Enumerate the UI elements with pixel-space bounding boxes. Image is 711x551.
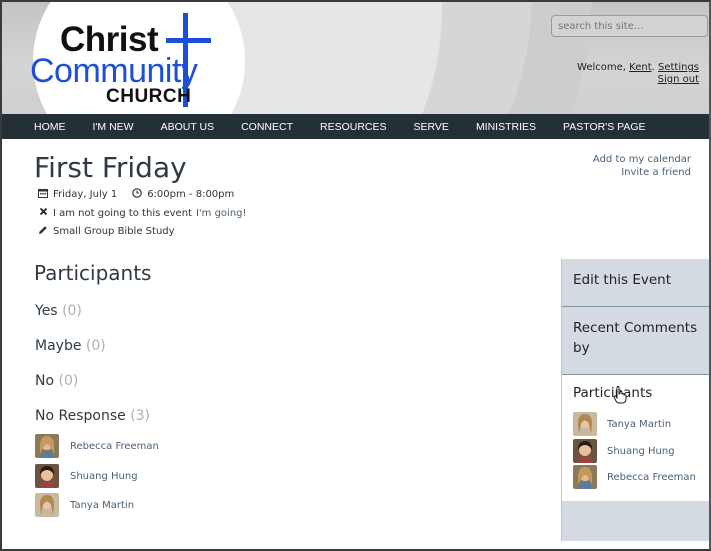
event-time: 6:00pm - 8:00pm [147, 189, 235, 200]
list-item[interactable]: Rebecca Freeman [35, 434, 159, 458]
invite-friend-link[interactable]: Invite a friend [593, 166, 691, 179]
list-item[interactable]: Rebecca Freeman [573, 465, 696, 489]
person-name-link[interactable]: Shuang Hung [607, 446, 675, 457]
participant-group-no-response[interactable]: No Response (3) [35, 408, 150, 424]
rsvp-status: I am not going to this event [53, 207, 192, 219]
list-item[interactable]: Tanya Martin [35, 493, 134, 517]
participants-heading: Participants [34, 261, 152, 285]
search-input[interactable] [551, 15, 708, 37]
person-name-link[interactable]: Shuang Hung [70, 471, 138, 482]
group-count: (0) [58, 373, 79, 389]
settings-link[interactable]: Settings [658, 62, 699, 73]
site-header: Christ Community CHURCH Welcome, Kent. S… [2, 2, 709, 114]
person-name-link[interactable]: Tanya Martin [607, 419, 671, 430]
recent-comments-panel: Recent Comments by [562, 307, 709, 375]
event-rsvp: I am not going to this event I'm going! [37, 207, 247, 219]
event-group: Small Group Bible Study [37, 225, 175, 238]
nav-item-about-us[interactable]: ABOUT US [161, 121, 214, 133]
sidebar-participants-panel: Participants Tanya Martin Shuang Hung Re… [562, 375, 709, 501]
person-name-link[interactable]: Rebecca Freeman [70, 441, 159, 452]
person-name-link[interactable]: Rebecca Freeman [607, 472, 696, 483]
avatar[interactable] [573, 465, 597, 489]
group-label: Yes [35, 303, 58, 319]
participant-group-yes[interactable]: Yes (0) [35, 303, 82, 319]
add-to-calendar-link[interactable]: Add to my calendar [593, 153, 691, 166]
im-going-link[interactable]: I'm going! [196, 208, 247, 219]
list-item[interactable]: Shuang Hung [573, 439, 675, 463]
group-count: (0) [85, 338, 106, 354]
avatar[interactable] [35, 493, 59, 517]
group-label: No Response [35, 408, 126, 424]
participant-group-maybe[interactable]: Maybe (0) [35, 338, 106, 354]
event-date: Friday, July 1 [53, 189, 118, 200]
sidebar: Edit this Event Recent Comments by Parti… [561, 259, 709, 541]
group-label: Maybe [35, 338, 82, 354]
edit-event-panel[interactable]: Edit this Event [562, 259, 709, 307]
logo-cross [166, 38, 211, 43]
event-datetime: Friday, July 1 6:00pm - 8:00pm [37, 188, 234, 201]
nav-item-resources[interactable]: RESOURCES [320, 121, 387, 133]
person-name-link[interactable]: Tanya Martin [70, 500, 134, 511]
nav-item-ministries[interactable]: MINISTRIES [476, 121, 536, 133]
calendar-icon [37, 188, 49, 201]
nav-item-pastors-page[interactable]: PASTOR'S PAGE [563, 121, 646, 133]
browser-frame: Christ Community CHURCH Welcome, Kent. S… [0, 0, 711, 551]
list-item[interactable]: Tanya Martin [573, 412, 671, 436]
edit-event-link[interactable]: Edit this Event [573, 270, 699, 290]
group-count: (0) [62, 303, 82, 319]
avatar[interactable] [573, 439, 597, 463]
avatar[interactable] [573, 412, 597, 436]
avatar[interactable] [35, 464, 59, 488]
event-title: First Friday [34, 151, 187, 184]
close-icon [37, 207, 49, 219]
nav-item-connect[interactable]: CONNECT [241, 121, 293, 133]
welcome-line: Welcome, Kent. Settings [577, 61, 699, 74]
recent-comments-heading: Recent Comments by [573, 320, 698, 356]
group-link[interactable]: Small Group Bible Study [53, 226, 175, 237]
pencil-icon [37, 225, 49, 238]
main-nav: HOME I'M NEW ABOUT US CONNECT RESOURCES … [2, 114, 709, 139]
participant-group-no[interactable]: No (0) [35, 373, 78, 389]
event-actions: Add to my calendar Invite a friend [593, 153, 691, 179]
clock-icon [131, 188, 143, 201]
nav-item-serve[interactable]: SERVE [414, 121, 449, 133]
nav-item-home[interactable]: HOME [34, 121, 66, 133]
hand-cursor-icon [613, 386, 627, 404]
avatar[interactable] [35, 434, 59, 458]
welcome-prefix: Welcome, [577, 62, 630, 73]
nav-item-im-new[interactable]: I'M NEW [93, 121, 134, 133]
logo-text-church[interactable]: CHURCH [106, 86, 191, 108]
group-count: (3) [130, 408, 151, 424]
list-item[interactable]: Shuang Hung [35, 464, 138, 488]
group-label: No [35, 373, 55, 389]
signout-link[interactable]: Sign out [658, 74, 699, 85]
user-name-link[interactable]: Kent [629, 62, 651, 73]
